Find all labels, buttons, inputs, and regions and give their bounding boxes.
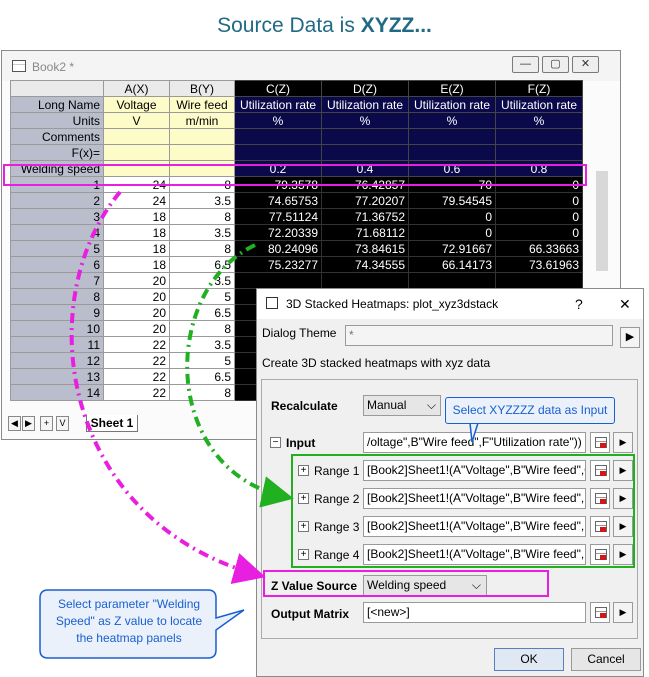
input-callout-pointer: [469, 422, 480, 443]
input-callout: Select XYZZZZ data as Input: [445, 397, 615, 424]
z-arrow: [69, 190, 266, 584]
z-callout: Select parameter "Welding Speed" as Z va…: [55, 597, 203, 645]
range-arrow: [185, 243, 294, 508]
annotation-arrows: [69, 190, 480, 584]
